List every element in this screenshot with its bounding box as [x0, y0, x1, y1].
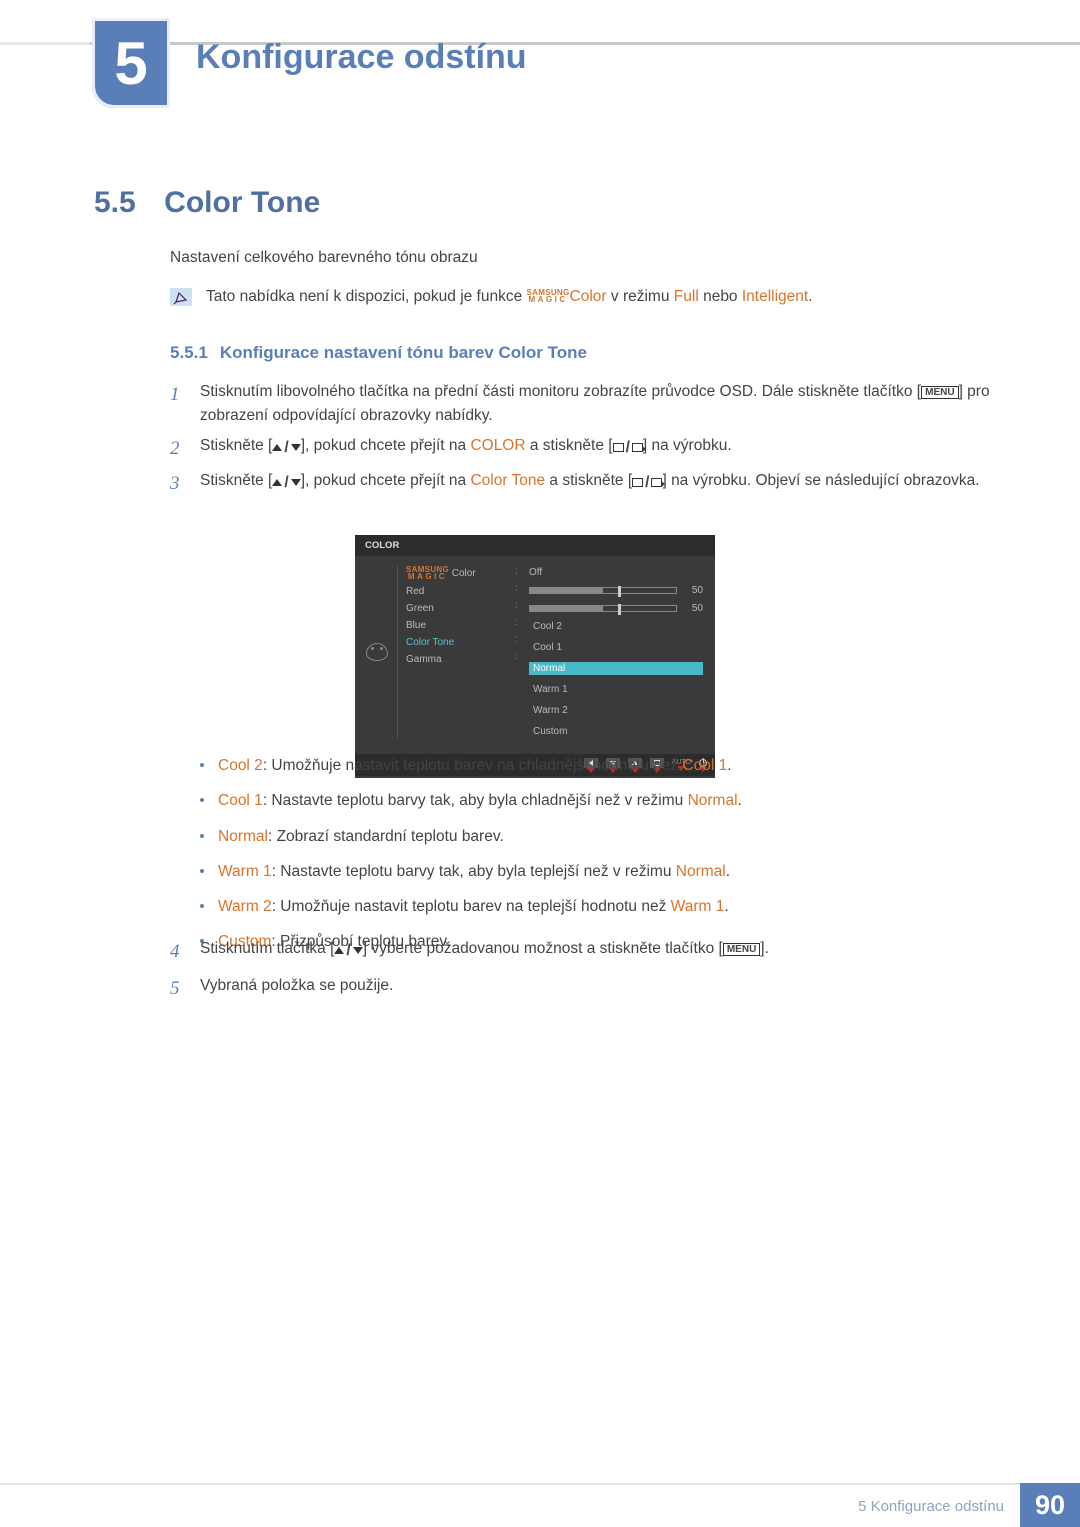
- footer-text: 5 Konfigurace odstínu: [858, 1498, 1004, 1515]
- step-number: 1: [170, 380, 184, 428]
- slider-red: [529, 587, 677, 594]
- t: ], pokud chcete přejít na: [301, 437, 471, 454]
- dd-opt: Cool 1: [529, 641, 703, 654]
- osd-labels: SAMSUNGMAGIC Color Red Green Blue Color …: [397, 566, 509, 738]
- bullet-normal: Normal: Zobrazí standardní teplotu barev…: [200, 825, 990, 848]
- bullet-warm1: Warm 1: Nastavte teplotu barvy tak, aby …: [200, 860, 990, 883]
- t: a stiskněte [: [545, 472, 632, 489]
- note-color: Color: [570, 288, 607, 305]
- note-full: Full: [674, 288, 699, 305]
- slider-green: [529, 605, 677, 612]
- t: Vybraná položka se použije.: [200, 977, 393, 994]
- t: a stiskněte [: [526, 437, 613, 454]
- note: Tato nabídka není k dispozici, pokud je …: [170, 288, 813, 306]
- step-4: 4 Stisknutím tlačítka [/] vyberte požado…: [170, 936, 990, 967]
- step-2: 2 Stiskněte [/], pokud chcete přejít na …: [170, 434, 990, 463]
- t: ] na výrobku. Objeví se následující obra…: [662, 472, 979, 489]
- t: ] vyberte požadovanou možnost a stisknět…: [363, 940, 723, 957]
- dd-opt: Warm 2: [529, 704, 703, 717]
- t: Stisknutím tlačítka [: [200, 940, 334, 957]
- osd-item-green: Green: [406, 603, 509, 614]
- up-down-icon: /: [334, 938, 362, 964]
- bullet-cool1: Cool 1: Nastavte teplotu barvy tak, aby …: [200, 789, 990, 812]
- dd-opt: Warm 1: [529, 683, 703, 696]
- enter-icon: /: [613, 436, 643, 460]
- t: Stisknutím libovolného tlačítka na předn…: [200, 383, 921, 400]
- note-icon: [170, 288, 192, 306]
- step-number: 4: [170, 936, 184, 967]
- menu-button-icon: MENU: [723, 943, 760, 956]
- note-text: Tato nabídka není k dispozici, pokud je …: [206, 288, 813, 306]
- section-number: 5.5: [94, 186, 136, 219]
- osd-dropdown: Cool 2 Cool 1 Normal Warm 1 Warm 2 Custo…: [529, 620, 703, 738]
- section-intro: Nastavení celkového barevného tónu obraz…: [170, 249, 478, 267]
- step-1: 1 Stisknutím libovolného tlačítka na pře…: [170, 380, 990, 428]
- page-number: 90: [1020, 1483, 1080, 1527]
- note-mid: v režimu: [607, 288, 674, 305]
- steps-block-2: 4 Stisknutím tlačítka [/] vyberte požado…: [170, 936, 990, 1011]
- osd-item-magic: SAMSUNGMAGIC Color: [406, 566, 509, 580]
- t: ], pokud chcete přejít na: [301, 472, 471, 489]
- dd-opt: Custom: [529, 725, 703, 738]
- bullet-warm2: Warm 2: Umožňuje nastavit teplotu barev …: [200, 895, 990, 918]
- dd-opt: Cool 2: [529, 620, 703, 633]
- osd-screenshot: COLOR SAMSUNGMAGIC Color Red Green Blue …: [355, 535, 715, 778]
- step-3: 3 Stiskněte [/], pokud chcete přejít na …: [170, 469, 990, 498]
- osd-item-red: Red: [406, 586, 509, 597]
- steps-block-1: 1 Stisknutím libovolného tlačítka na pře…: [170, 380, 990, 505]
- osd-title: COLOR: [355, 535, 715, 556]
- step-number: 2: [170, 434, 184, 463]
- chapter-title: Konfigurace odstínu: [196, 38, 527, 77]
- osd-values: Off 50 50 Cool 2 Cool 1 Normal Warm 1 Wa…: [529, 566, 703, 738]
- step-number: 3: [170, 469, 184, 498]
- t: ] na výrobku.: [643, 437, 732, 454]
- menu-button-icon: MENU: [921, 386, 958, 399]
- highlight-color: COLOR: [470, 437, 525, 454]
- subsection-header: 5.5.1 Konfigurace nastavení tónu barev Co…: [170, 343, 587, 363]
- highlight-colortone: Color Tone: [470, 472, 545, 489]
- page-footer: 5 Konfigurace odstínu 90: [0, 1483, 1080, 1527]
- option-descriptions: Cool 2: Umožňuje nastavit teplotu barev …: [200, 754, 990, 966]
- up-down-icon: /: [272, 471, 300, 495]
- section-header: 5.5 Color Tone: [94, 186, 320, 220]
- up-down-icon: /: [272, 436, 300, 460]
- val-green: 50: [685, 603, 703, 614]
- chapter-number-badge: 5: [92, 18, 170, 108]
- t: Stiskněte [: [200, 472, 272, 489]
- samsung-magic-logo: SAMSUNGMAGIC: [527, 289, 570, 303]
- t: ].: [760, 940, 769, 957]
- t: Stiskněte [: [200, 437, 272, 454]
- osd-item-gamma: Gamma: [406, 654, 509, 665]
- bullet-cool2: Cool 2: Umožňuje nastavit teplotu barev …: [200, 754, 990, 777]
- step-5: 5 Vybraná položka se použije.: [170, 973, 990, 1004]
- dd-opt-selected: Normal: [529, 662, 703, 675]
- osd-item-blue: Blue: [406, 620, 509, 631]
- palette-icon: [366, 643, 388, 661]
- note-intelligent: Intelligent: [742, 288, 808, 305]
- note-pre: Tato nabídka není k dispozici, pokud je …: [206, 288, 527, 305]
- note-or: nebo: [699, 288, 742, 305]
- step-number: 5: [170, 973, 184, 1004]
- osd-item-colortone: Color Tone: [406, 637, 509, 648]
- enter-icon: /: [632, 471, 662, 495]
- section-title: Color Tone: [164, 186, 320, 219]
- note-end: .: [808, 288, 812, 305]
- osd-val-magic: Off: [529, 567, 542, 578]
- val-red: 50: [685, 585, 703, 596]
- subsection-title: Konfigurace nastavení tónu barev Color T…: [220, 343, 587, 362]
- subsection-number: 5.5.1: [170, 343, 208, 362]
